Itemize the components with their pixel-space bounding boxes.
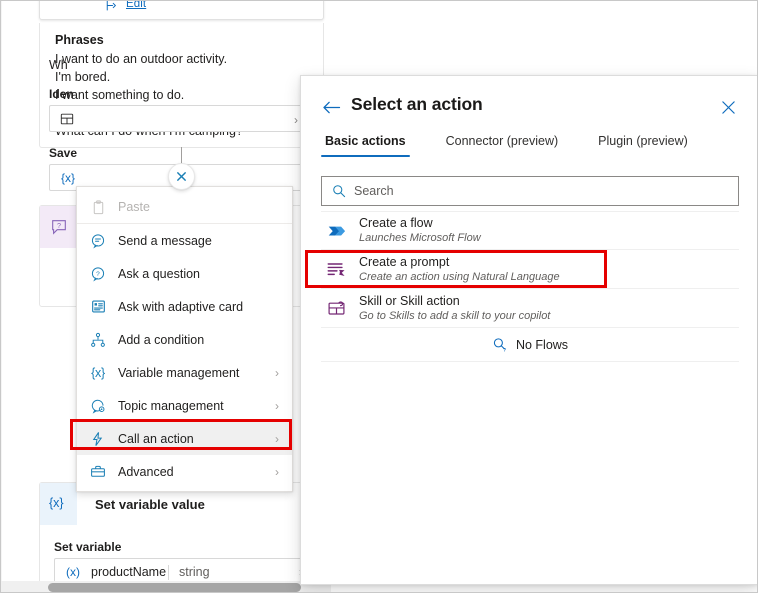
- menu-item-label: Call an action: [118, 431, 194, 446]
- menu-item-topic-management[interactable]: Topic management ›: [77, 389, 292, 422]
- message-icon: [88, 231, 108, 251]
- variable-icon: (x): [66, 565, 80, 579]
- no-flows-label: No Flows: [515, 337, 569, 352]
- menu-item-label: Send a message: [118, 233, 212, 248]
- menu-item-label: Ask a question: [118, 266, 200, 281]
- menu-item-add-a-condition[interactable]: Add a condition: [77, 323, 292, 356]
- menu-item-send-a-message[interactable]: Send a message: [77, 224, 292, 257]
- chevron-right-icon: ›: [275, 464, 279, 479]
- horizontal-scrollbar-thumb[interactable]: [48, 583, 301, 592]
- phrase-line: I want something to do.: [55, 88, 185, 102]
- set-variable-band: {x}: [40, 483, 77, 525]
- no-flows-row[interactable]: ? No Flows: [321, 328, 739, 362]
- question-icon: ?: [88, 264, 108, 284]
- horizontal-scrollbar-track[interactable]: [1, 581, 331, 592]
- action-icon: [88, 429, 108, 449]
- action-title: Skill or Skill action: [359, 293, 460, 308]
- save-label: Save: [49, 146, 78, 160]
- topic-trigger-card: Edit: [39, 1, 324, 20]
- paste-icon: [88, 197, 108, 217]
- variable-icon: {x}: [49, 496, 64, 510]
- menu-item-ask-a-question[interactable]: ? Ask a question: [77, 257, 292, 290]
- action-description: Launches Microsoft Flow: [359, 232, 481, 244]
- panel-header: Select an action: [301, 76, 757, 134]
- set-variable-node-card: {x} Set variable value Set variable (x) …: [39, 482, 324, 588]
- field-divider: [168, 565, 169, 580]
- action-title: Create a prompt: [359, 254, 450, 269]
- variable-icon: {x}: [91, 365, 105, 380]
- back-arrow-icon[interactable]: [318, 94, 344, 120]
- action-row-create-a-flow[interactable]: Create a flow Launches Microsoft Flow: [321, 211, 739, 250]
- question-message-text: Wh: [49, 58, 68, 72]
- action-description: Go to Skills to add a skill to your copi…: [359, 309, 551, 322]
- skill-icon: [323, 295, 349, 321]
- tab-label: Basic actions: [325, 134, 406, 148]
- svg-text:?: ?: [503, 348, 506, 353]
- panel-title: Select an action: [351, 94, 483, 114]
- tab-plugin-preview[interactable]: Plugin (preview): [594, 134, 692, 157]
- menu-item-label: Topic management: [118, 398, 224, 413]
- menu-item-label: Add a condition: [118, 332, 205, 347]
- close-icon[interactable]: [716, 95, 740, 119]
- variable-name-value: productName: [91, 565, 167, 579]
- panel-tabs: Basic actions Connector (preview) Plugin…: [321, 134, 724, 157]
- search-input[interactable]: Search: [321, 176, 739, 206]
- action-row-skill-or-skill-action[interactable]: Skill or Skill action Go to Skills to ad…: [321, 289, 739, 328]
- prompt-icon: [323, 256, 349, 282]
- adaptive-card-icon: [88, 297, 108, 317]
- select-an-action-panel: Select an action Basic actions Connector…: [300, 75, 757, 585]
- set-variable-title: Set variable value: [95, 497, 205, 512]
- menu-item-variable-management[interactable]: {x} Variable management ›: [77, 356, 292, 389]
- identify-label: Iden: [49, 87, 74, 101]
- svg-text:?: ?: [96, 271, 100, 278]
- menu-item-paste: Paste: [77, 191, 292, 224]
- variable-icon: {x}: [61, 171, 76, 185]
- menu-item-label: Advanced: [118, 464, 174, 479]
- variable-type-value: string: [179, 565, 210, 579]
- menu-item-label: Paste: [118, 200, 150, 214]
- chevron-right-icon: ›: [275, 365, 279, 380]
- phrase-line: I'm bored.: [55, 70, 111, 84]
- menu-item-ask-with-adaptive-card[interactable]: Ask with adaptive card: [77, 290, 292, 323]
- tab-basic-actions[interactable]: Basic actions: [321, 134, 410, 157]
- power-automate-icon: [323, 218, 349, 244]
- close-node-button[interactable]: [168, 163, 195, 190]
- node-context-menu: Paste Send a message ? Ask a question As…: [76, 186, 293, 492]
- branch-icon: [104, 1, 117, 12]
- action-description: Create an action using Natural Language: [359, 270, 560, 283]
- identify-field[interactable]: ›: [49, 105, 307, 132]
- topic-icon: [88, 396, 108, 416]
- action-row-create-a-prompt[interactable]: Create a prompt Create an action using N…: [321, 250, 739, 289]
- question-node-band: ?: [40, 206, 77, 248]
- condition-icon: [88, 330, 108, 350]
- action-title: Create a flow: [359, 216, 433, 230]
- advanced-icon: [88, 462, 108, 482]
- search-icon: [332, 184, 346, 198]
- phrase-line: I want to do an outdoor activity.: [55, 52, 228, 66]
- set-variable-section-label: Set variable: [54, 540, 122, 554]
- chevron-right-icon: ›: [294, 113, 298, 127]
- search-placeholder: Search: [354, 184, 394, 198]
- edit-link[interactable]: Edit: [126, 1, 146, 10]
- svg-text:?: ?: [57, 221, 61, 230]
- menu-item-label: Variable management: [118, 365, 240, 380]
- chevron-right-icon: ›: [275, 398, 279, 413]
- tab-connector-preview[interactable]: Connector (preview): [442, 134, 563, 157]
- tab-label: Connector (preview): [445, 134, 559, 148]
- question-bubble-icon: ?: [50, 218, 68, 241]
- menu-item-label: Ask with adaptive card: [118, 299, 244, 314]
- phrases-title: Phrases: [55, 33, 104, 47]
- screenshot-root: Edit Phrases I want to do an outdoor act…: [0, 0, 758, 593]
- action-list: Create a flow Launches Microsoft Flow Cr…: [321, 211, 739, 362]
- menu-item-advanced[interactable]: Advanced ›: [77, 455, 292, 488]
- entity-icon: [60, 112, 74, 131]
- search-question-icon: ?: [492, 337, 508, 353]
- tab-label: Plugin (preview): [598, 134, 688, 148]
- menu-item-call-an-action[interactable]: Call an action ›: [77, 422, 292, 455]
- chevron-right-icon: ›: [275, 431, 279, 446]
